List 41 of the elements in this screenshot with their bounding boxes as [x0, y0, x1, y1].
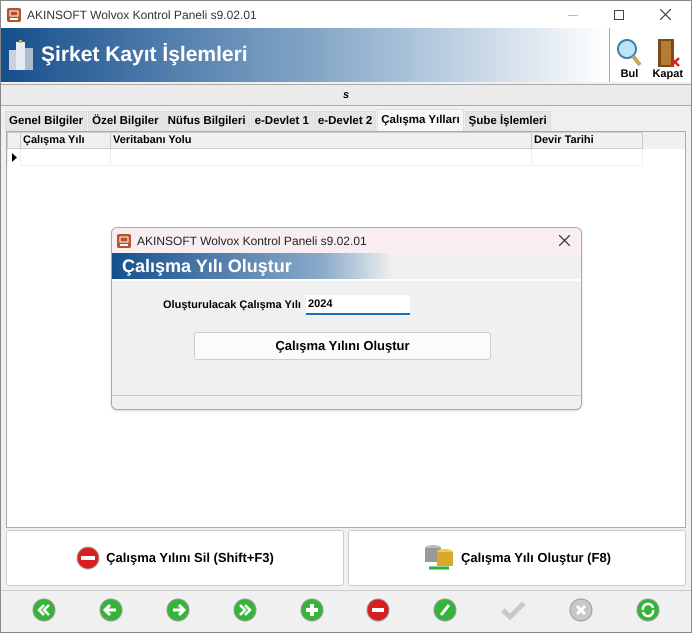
- app-icon: [117, 234, 131, 248]
- grid-corner: [7, 132, 21, 149]
- delete-button[interactable]: Çalışma Yılını Sil (Shift+F3): [6, 530, 344, 586]
- tab[interactable]: e-Devlet 2: [314, 111, 376, 131]
- remove-icon[interactable]: [366, 598, 390, 622]
- tab[interactable]: e-Devlet 1: [250, 111, 313, 131]
- maximize-icon[interactable]: [614, 10, 624, 20]
- search-button[interactable]: Bul: [614, 38, 644, 80]
- column-header[interactable]: Devir Tarihi: [532, 132, 643, 149]
- close-icon[interactable]: [660, 9, 671, 20]
- first-icon[interactable]: [32, 598, 56, 622]
- next-icon[interactable]: [166, 598, 190, 622]
- column-header[interactable]: Çalışma Yılı: [21, 132, 111, 149]
- header-title: Şirket Kayıt İşlemleri: [41, 42, 248, 68]
- create-year-button[interactable]: Çalışma Yılını Oluştur: [194, 332, 491, 360]
- prev-icon[interactable]: [99, 598, 124, 622]
- close-icon[interactable]: [559, 235, 570, 246]
- tab[interactable]: Özel Bilgiler: [88, 111, 163, 131]
- add-icon[interactable]: [300, 598, 324, 622]
- column-header[interactable]: Veritabanı Yolu: [111, 132, 532, 149]
- row-pointer-icon: [12, 153, 16, 162]
- minus-icon: [76, 546, 100, 570]
- edit-icon[interactable]: [433, 598, 458, 622]
- tab[interactable]: Genel Bilgiler: [5, 111, 88, 131]
- field-label: Oluşturulacak Çalışma Yılı: [163, 298, 301, 313]
- year-field[interactable]: 2024: [306, 295, 410, 315]
- exit-button[interactable]: Kapat: [650, 38, 685, 80]
- window-title: AKINSOFT Wolvox Kontrol Paneli s9.02.01: [27, 6, 257, 24]
- tab[interactable]: Nüfus Bilgileri: [164, 111, 250, 131]
- database-icon: [422, 544, 455, 572]
- last-icon[interactable]: [232, 598, 257, 622]
- refresh-icon[interactable]: [636, 598, 660, 622]
- dialog-title: AKINSOFT Wolvox Kontrol Paneli s9.02.01: [137, 232, 367, 250]
- dialog-heading: Çalışma Yılı Oluştur: [122, 254, 292, 278]
- tab[interactable]: Çalışma Yılları: [377, 109, 464, 131]
- toolbar-label: s: [342, 88, 350, 103]
- buildings-icon: [9, 40, 33, 70]
- app-icon: [7, 8, 21, 22]
- create-button[interactable]: Çalışma Yılı Oluştur (F8): [348, 530, 686, 586]
- tab[interactable]: Şube İşlemleri: [464, 111, 551, 131]
- magnifier-icon: [616, 38, 642, 68]
